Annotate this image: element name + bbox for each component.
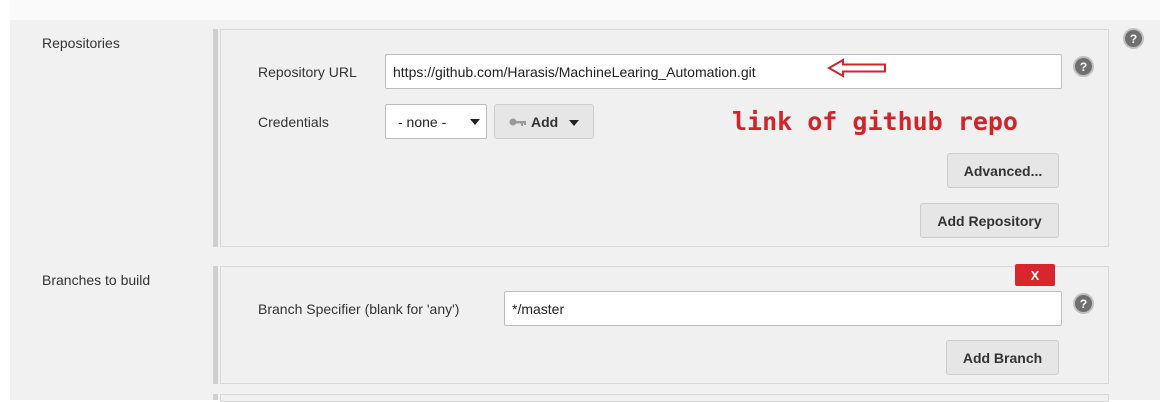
repository-url-input[interactable]: https://github.com/Harasis/MachineLearin…	[385, 54, 1062, 89]
add-branch-button[interactable]: Add Branch	[946, 340, 1059, 375]
repositories-label: Repositories	[42, 35, 120, 51]
delete-branch-button[interactable]: X	[1015, 264, 1055, 286]
dropdown-caret-icon	[569, 119, 580, 126]
branches-section-bar	[213, 266, 218, 384]
repositories-section-bar	[213, 29, 218, 247]
help-glyph: ?	[1079, 59, 1088, 74]
credentials-label: Credentials	[258, 114, 329, 130]
help-glyph: ?	[1129, 31, 1138, 46]
branches-label: Branches to build	[42, 272, 151, 288]
add-credentials-label: Add	[531, 113, 559, 130]
branch-specifier-help-icon[interactable]: ?	[1075, 295, 1092, 312]
select-caret-icon	[470, 119, 480, 125]
help-glyph: ?	[1079, 296, 1088, 311]
repository-url-value: https://github.com/Harasis/MachineLearin…	[393, 63, 756, 80]
repository-url-label: Repository URL	[258, 64, 357, 80]
credentials-selected-value: - none -	[398, 113, 447, 130]
next-section-bar	[213, 394, 218, 400]
branch-specifier-input[interactable]: */master	[504, 291, 1062, 326]
annotation-text: link of github repo	[732, 107, 1018, 136]
panel-top-strip	[10, 0, 1160, 20]
branch-specifier-value: */master	[512, 300, 565, 317]
next-section-box	[220, 394, 1109, 402]
add-repository-button[interactable]: Add Repository	[920, 203, 1059, 238]
credentials-select[interactable]: - none -	[385, 104, 487, 139]
repository-url-help-icon[interactable]: ?	[1075, 58, 1092, 75]
branch-specifier-label: Branch Specifier (blank for 'any')	[258, 301, 460, 317]
annotation-arrow-icon	[827, 58, 886, 78]
add-credentials-button[interactable]: Add	[494, 104, 594, 139]
key-icon	[509, 118, 526, 126]
repositories-help-icon[interactable]: ?	[1125, 30, 1142, 47]
advanced-button[interactable]: Advanced...	[947, 153, 1059, 188]
